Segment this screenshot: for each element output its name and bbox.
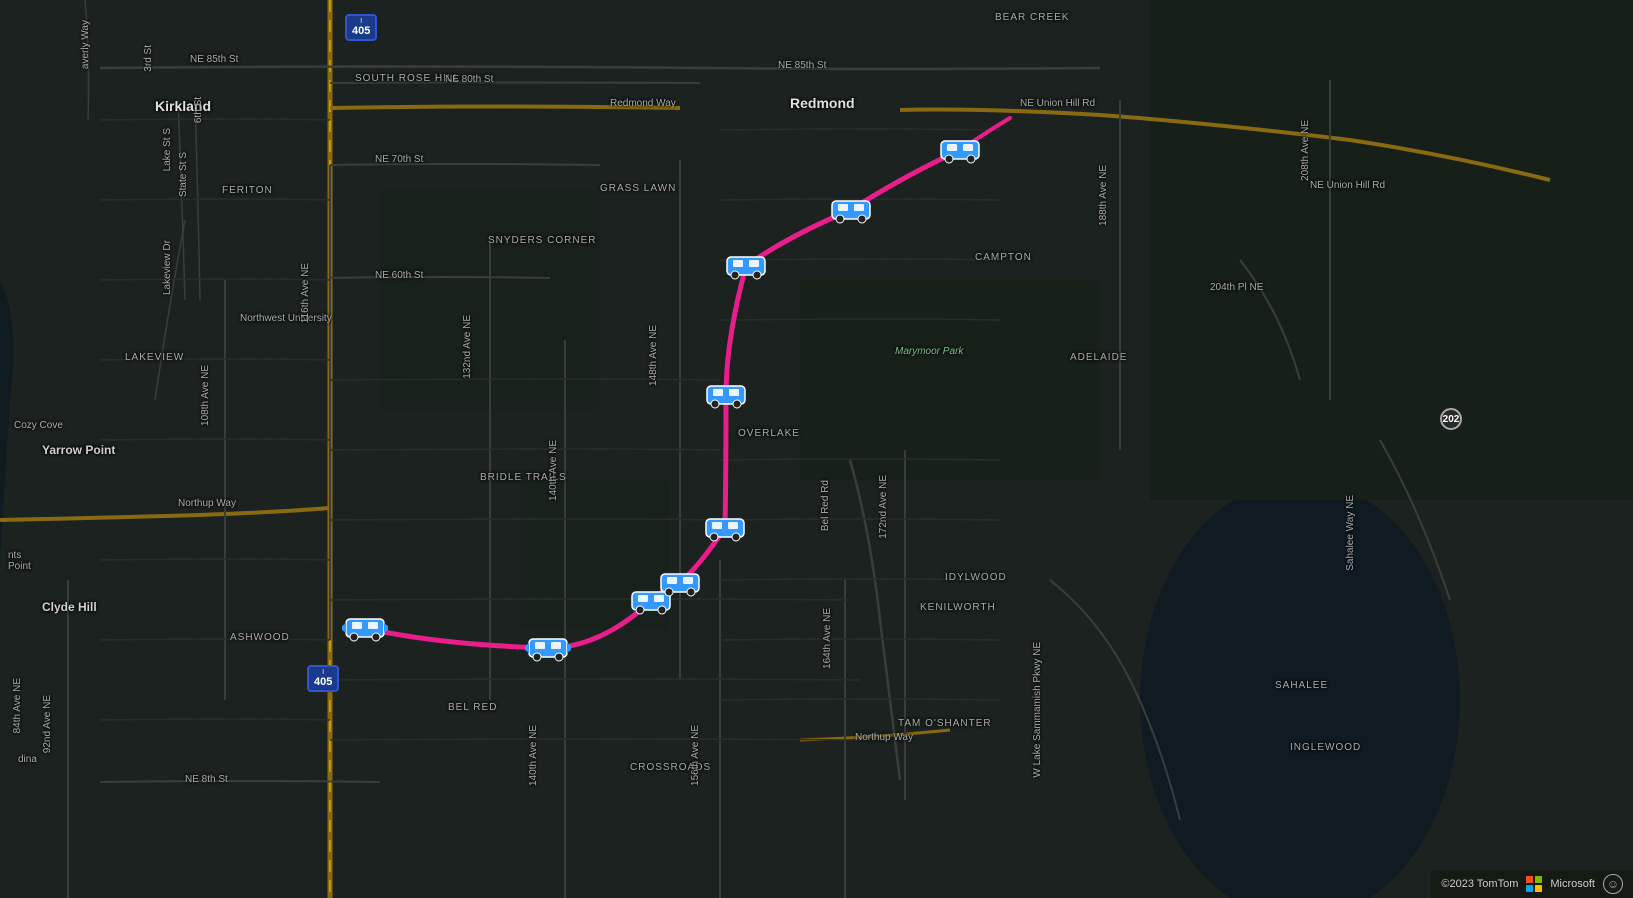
- attribution-text: ©2023 TomTom: [1441, 878, 1518, 890]
- vehicle-v6: [703, 380, 749, 410]
- attribution-bar: ©2023 TomTom Microsoft ☺: [1431, 870, 1633, 898]
- provider-text: Microsoft: [1550, 878, 1595, 890]
- vehicle-v4: [657, 568, 703, 598]
- map-background: [0, 0, 1633, 898]
- vehicle-v9: [937, 135, 983, 165]
- microsoft-logo: [1526, 876, 1542, 892]
- map-container: Kirkland Redmond BEAR CREEK SOUTH ROSE H…: [0, 0, 1633, 898]
- vehicle-v2: [525, 633, 571, 663]
- vehicle-v1: [342, 613, 388, 643]
- vehicle-v8: [828, 195, 874, 225]
- settings-icon[interactable]: ☺: [1603, 874, 1623, 894]
- vehicle-v7: [723, 251, 769, 281]
- vehicle-v5: [702, 513, 748, 543]
